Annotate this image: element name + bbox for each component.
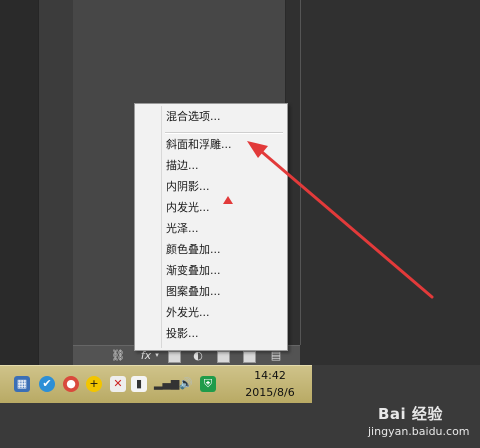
menu-item-pattern-overlay[interactable]: 图案叠加... (166, 283, 221, 301)
menu-item-bevel-emboss[interactable]: 斜面和浮雕... (166, 136, 232, 154)
menu-item-blending-options[interactable]: 混合选项... (166, 108, 221, 126)
new-layer-icon[interactable] (243, 351, 256, 363)
menu-item-color-overlay[interactable]: 颜色叠加... (166, 241, 221, 259)
watermark-url: jingyan.baidu.com (368, 425, 470, 438)
menu-item-inner-glow[interactable]: 内发光... (166, 199, 210, 217)
menu-item-drop-shadow[interactable]: 投影... (166, 325, 199, 343)
menu-gutter (161, 106, 162, 348)
clipboard-icon[interactable]: ▮ (131, 376, 147, 392)
left-panel (38, 0, 74, 365)
menu-item-inner-shadow[interactable]: 内阴影... (166, 178, 210, 196)
clock-date[interactable]: 2015/8/6 (228, 386, 312, 399)
layer-style-context-menu: 混合选项... 斜面和浮雕... 描边... 内阴影... 内发光... 光泽.… (134, 103, 288, 351)
left-toolbar-strip (0, 0, 38, 365)
menu-item-satin[interactable]: 光泽... (166, 220, 199, 238)
clock-time[interactable]: 14:42 (240, 369, 300, 382)
link-layers-icon[interactable]: ⛓ (111, 349, 125, 362)
panel-divider (300, 0, 301, 345)
menu-separator (165, 132, 283, 134)
background-region (0, 403, 312, 448)
shield-icon[interactable]: ⛨ (200, 376, 216, 392)
baidu-watermark-logo: Bai 经验 (378, 405, 443, 423)
right-panel (286, 0, 480, 365)
menu-item-outer-glow[interactable]: 外发光... (166, 304, 210, 322)
menu-item-stroke[interactable]: 描边... (166, 157, 199, 175)
network-error-icon[interactable]: ✕ (110, 376, 126, 392)
checkmark-icon[interactable]: ✔ (39, 376, 55, 392)
plus-badge-icon[interactable]: + (86, 376, 102, 392)
signal-icon[interactable]: ▂▄▆ (154, 376, 179, 392)
new-group-icon[interactable] (217, 351, 230, 363)
volume-icon[interactable]: 🔊 (178, 376, 194, 392)
chrome-icon[interactable]: ● (63, 376, 79, 392)
menu-item-gradient-overlay[interactable]: 渐变叠加... (166, 262, 221, 280)
windows-icon[interactable]: ▦ (14, 376, 30, 392)
add-mask-icon[interactable] (168, 351, 181, 363)
